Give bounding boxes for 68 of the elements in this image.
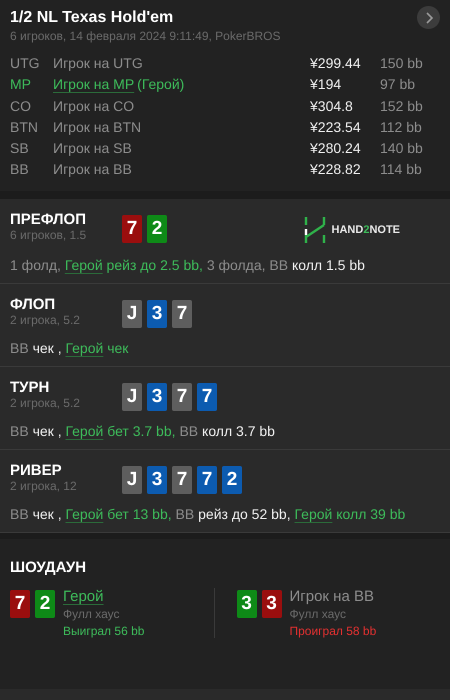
logo-icon: [304, 214, 326, 245]
street-title: ФЛОП: [10, 296, 56, 313]
playing-card: 3: [147, 466, 167, 494]
stack-amount: ¥228.82: [310, 160, 362, 180]
next-button[interactable]: [417, 6, 440, 29]
street-info: 2 игрока, 5.2: [10, 396, 81, 410]
stack-amount: ¥299.44: [310, 54, 362, 73]
hand-info: 6 игроков, 14 февраля 2024 9:11:49, PokerBROS: [10, 29, 282, 43]
stack-amount: ¥194: [310, 75, 342, 94]
player-name: Игрок на CO: [53, 98, 134, 114]
playing-card: 7: [172, 466, 192, 494]
stack-bb: 97 bb: [380, 75, 416, 94]
playing-card: J: [122, 466, 142, 494]
player-name[interactable]: Герой: [63, 588, 144, 605]
stack-bb: 114 bb: [380, 160, 423, 180]
player-name: Игрок на BB: [290, 588, 375, 605]
position-label: MP: [10, 75, 32, 94]
stack-bb: 112 bb: [380, 118, 423, 137]
position-label: BTN: [10, 118, 39, 137]
street-info: 2 игрока, 5.2: [10, 312, 81, 327]
playing-card: 3: [262, 590, 282, 618]
stack-amount: ¥223.54: [310, 118, 362, 137]
chevron-right-icon: [424, 12, 434, 24]
player-name: Игрок на SB: [53, 140, 132, 156]
street-title: ТУРН: [10, 378, 50, 396]
playing-card: 7: [172, 382, 192, 411]
playing-card: 7: [122, 214, 142, 243]
playing-card: 3: [147, 300, 167, 328]
stack-bb: 140 bb: [380, 139, 424, 158]
player-name: Игрок на BB: [53, 161, 132, 178]
hero-tag: (Герой): [137, 76, 184, 92]
playing-card: 7: [172, 300, 192, 328]
position-label: SB: [10, 139, 30, 158]
player-name: Игрок на UTG: [53, 55, 143, 71]
playing-card: 2: [35, 590, 55, 618]
hand-title: 1/2 NL Texas Hold'em: [10, 8, 174, 26]
playing-card: J: [122, 382, 142, 411]
action-line: BB чек , Герой бет 13 bb, BB рейз до 52 bb, Герой колл 39 bb: [10, 506, 406, 522]
action-line: BB чек , Герой чек: [10, 340, 130, 356]
action-line: BB чек , Герой бет 3.7 bb, BB колл 3.7 bb: [10, 422, 276, 439]
hand-rank: Фулл хаус: [63, 606, 120, 621]
player-name: Игрок на BTN: [53, 118, 142, 135]
result-amount: Выиграл 56 bb: [63, 624, 144, 638]
street-info: 6 игроков, 1.5: [10, 228, 88, 242]
position-label: UTG: [10, 54, 41, 73]
street-title: РИВЕР: [10, 462, 63, 479]
player-name[interactable]: Игрок на MP: [53, 76, 134, 92]
playing-card: 3: [236, 590, 256, 618]
playing-card: 2: [147, 214, 167, 243]
stack-amount: ¥280.24: [310, 139, 362, 158]
result-amount: Проиграл 58 bb: [290, 624, 376, 638]
showdown-title: ШОУДАУН: [10, 558, 88, 576]
street-info: 2 игрока, 12: [10, 478, 78, 493]
hand-rank: Фулл хаус: [290, 606, 347, 621]
playing-card: J: [122, 300, 142, 328]
position-label: CO: [10, 96, 32, 116]
stack-amount: ¥304.8: [310, 96, 354, 116]
playing-card: 7: [197, 382, 217, 411]
street-title: ПРЕФЛОП: [10, 210, 87, 228]
stack-bb: 152 bb: [380, 96, 424, 116]
playing-card: 7: [10, 590, 30, 618]
playing-card: 2: [222, 466, 242, 494]
logo-text: HAND2NOTE: [332, 224, 400, 236]
action-line: 1 фолд, Герой рейз до 2.5 bb, 3 фолда, BB колл 1.5 bb: [10, 256, 366, 273]
stack-bb: 150 bb: [380, 54, 424, 73]
playing-card: 7: [197, 466, 217, 494]
position-label: BB: [10, 160, 30, 180]
playing-card: 3: [147, 382, 167, 411]
